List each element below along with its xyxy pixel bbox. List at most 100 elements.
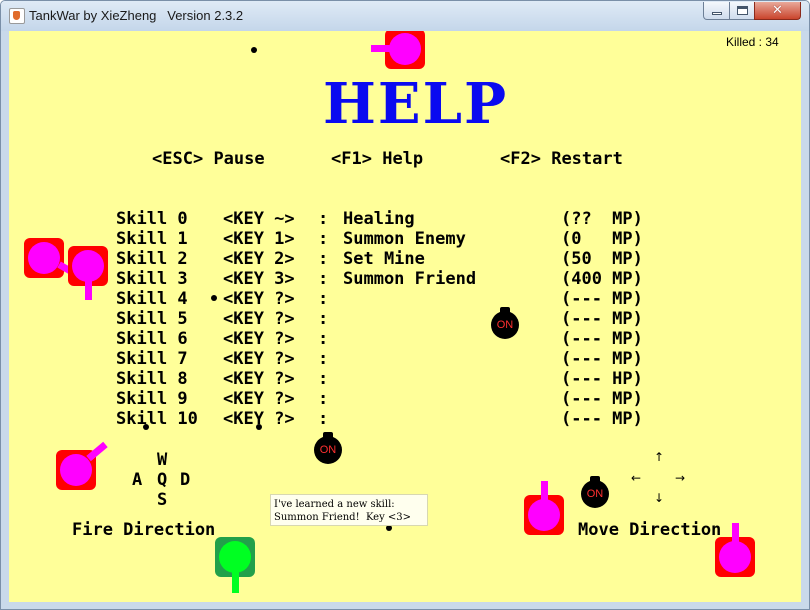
skill-name: Skill 3 xyxy=(116,269,188,289)
skill-key: <KEY 1> xyxy=(223,229,295,249)
bullet xyxy=(256,424,262,430)
skill-row-7: Skill 7 <KEY ?>: (--- MP) xyxy=(116,349,676,369)
arrow-down-icon: ↓ xyxy=(654,491,665,505)
enemy-tank xyxy=(715,523,755,577)
skill-row-2: Skill 2 <KEY 2>: Set Mine (50 MP) xyxy=(116,249,676,269)
skill-desc: Set Mine xyxy=(343,249,425,269)
skill-key: <KEY ?> xyxy=(223,289,295,309)
arrow-right-icon: → xyxy=(675,471,686,485)
skill-name: Skill 1 xyxy=(116,229,188,249)
skill-desc: Summon Enemy xyxy=(343,229,466,249)
skill-name: Skill 6 xyxy=(116,329,188,349)
notification-line: Summon Friend! Key <3> xyxy=(274,512,412,523)
skill-separator: : xyxy=(318,289,329,309)
skill-row-3: Skill 3 <KEY 3>: Summon Friend (400 MP) xyxy=(116,269,676,289)
skill-notification: I've learned a new skill: Summon Friend!… xyxy=(270,494,428,526)
skill-cost: (--- MP) xyxy=(561,289,643,309)
skill-name: Skill 9 xyxy=(116,389,188,409)
skill-name: Skill 10 xyxy=(116,409,198,429)
skill-name: Skill 2 xyxy=(116,249,188,269)
skill-cost: (--- MP) xyxy=(561,389,643,409)
arrow-up-icon: ↑ xyxy=(654,450,665,464)
close-icon: ✕ xyxy=(772,3,783,18)
title-bar[interactable]: TankWar by XieZheng Version 2.3.2 ✕ xyxy=(1,1,809,31)
skill-cost: (50 MP) xyxy=(561,249,643,269)
java-app-icon xyxy=(9,8,25,24)
bullet xyxy=(211,295,217,301)
enemy-tank xyxy=(68,246,108,300)
skill-name: Skill 7 xyxy=(116,349,188,369)
close-button[interactable]: ✕ xyxy=(754,2,801,20)
skill-cost: (0 MP) xyxy=(561,229,643,249)
fire-key-a: A xyxy=(132,470,143,490)
skill-name: Skill 4 xyxy=(116,289,188,309)
skill-separator: : xyxy=(318,249,329,269)
mine: ON xyxy=(491,307,519,339)
fire-direction-label: Fire Direction xyxy=(72,520,216,540)
skill-key: <KEY ?> xyxy=(223,309,295,329)
skill-cost: (?? MP) xyxy=(561,209,643,229)
maximize-icon xyxy=(737,6,748,15)
maximize-button[interactable] xyxy=(729,2,755,20)
skill-separator: : xyxy=(318,309,329,329)
skill-desc: Summon Friend xyxy=(343,269,477,289)
enemy-tank xyxy=(56,441,108,490)
window-title: TankWar by XieZheng Version 2.3.2 xyxy=(29,8,244,23)
mine-label: ON xyxy=(586,488,604,500)
fire-key-d: D xyxy=(180,470,191,490)
hotkey-key: <ESC> xyxy=(152,149,204,169)
mine: ON xyxy=(581,476,609,508)
mine-label: ON xyxy=(319,444,337,456)
arrow-left-icon: ← xyxy=(631,471,642,485)
skill-key: <KEY ?> xyxy=(223,389,295,409)
killed-counter: Killed : 34 xyxy=(726,35,779,49)
bullet xyxy=(143,424,149,430)
skill-cost: (--- MP) xyxy=(561,409,643,429)
skill-cost: (--- MP) xyxy=(561,309,643,329)
skill-key: <KEY ?> xyxy=(223,369,295,389)
skill-key: <KEY 2> xyxy=(223,249,295,269)
skill-name: Skill 8 xyxy=(116,369,188,389)
skill-key: <KEY 3> xyxy=(223,269,295,289)
hotkey-action: Pause xyxy=(213,149,265,169)
minimize-icon xyxy=(712,12,722,15)
hotkey-restart: <F2> Restart xyxy=(500,149,623,169)
skill-row-9: Skill 9 <KEY ?>: (--- MP) xyxy=(116,389,676,409)
skill-row-6: Skill 6 <KEY ?>: (--- MP) xyxy=(116,329,676,349)
enemy-tank xyxy=(371,31,425,69)
skill-separator: : xyxy=(318,209,329,229)
skill-separator: : xyxy=(318,369,329,389)
hotkey-pause: <ESC> Pause xyxy=(152,149,265,169)
hotkey-key: <F2> xyxy=(500,149,541,169)
skill-row-10: Skill 10 <KEY ?>: (--- MP) xyxy=(116,409,676,429)
skill-name: Skill 0 xyxy=(116,209,188,229)
skill-desc: Healing xyxy=(343,209,415,229)
help-title: HELP xyxy=(323,71,509,137)
skill-row-4: Skill 4 <KEY ?>: (--- MP) xyxy=(116,289,676,309)
skill-row-1: Skill 1 <KEY 1>: Summon Enemy (0 MP) xyxy=(116,229,676,249)
hotkey-action: Help xyxy=(382,149,424,169)
skill-row-0: Skill 0 <KEY ~>: Healing (?? MP) xyxy=(116,209,676,229)
skill-row-8: Skill 8 <KEY ?>: (--- HP) xyxy=(116,369,676,389)
game-canvas[interactable]: Killed : 34 HELP <ESC> Pause <F1> Help <… xyxy=(9,31,801,602)
player-tank xyxy=(215,537,255,593)
mine-label: ON xyxy=(496,319,514,331)
minimize-button[interactable] xyxy=(703,2,730,20)
skill-cost: (--- MP) xyxy=(561,349,643,369)
mine: ON xyxy=(314,432,342,464)
fire-key-s: S xyxy=(157,490,168,510)
skill-name: Skill 5 xyxy=(116,309,188,329)
move-direction-label: Move Direction xyxy=(578,520,722,540)
skill-separator: : xyxy=(318,409,329,429)
notification-line: I've learned a new skill: xyxy=(274,499,395,510)
enemy-tank xyxy=(524,481,564,535)
skill-row-5: Skill 5 <KEY ?>: (--- MP) xyxy=(116,309,676,329)
skill-key: <KEY ?> xyxy=(223,329,295,349)
enemy-tank xyxy=(24,238,75,278)
skill-key: <KEY ?> xyxy=(223,349,295,369)
skill-cost: (--- HP) xyxy=(561,369,643,389)
fire-key-w: W xyxy=(157,450,168,470)
fire-key-q: Q xyxy=(157,470,168,490)
skill-separator: : xyxy=(318,329,329,349)
skill-separator: : xyxy=(318,349,329,369)
